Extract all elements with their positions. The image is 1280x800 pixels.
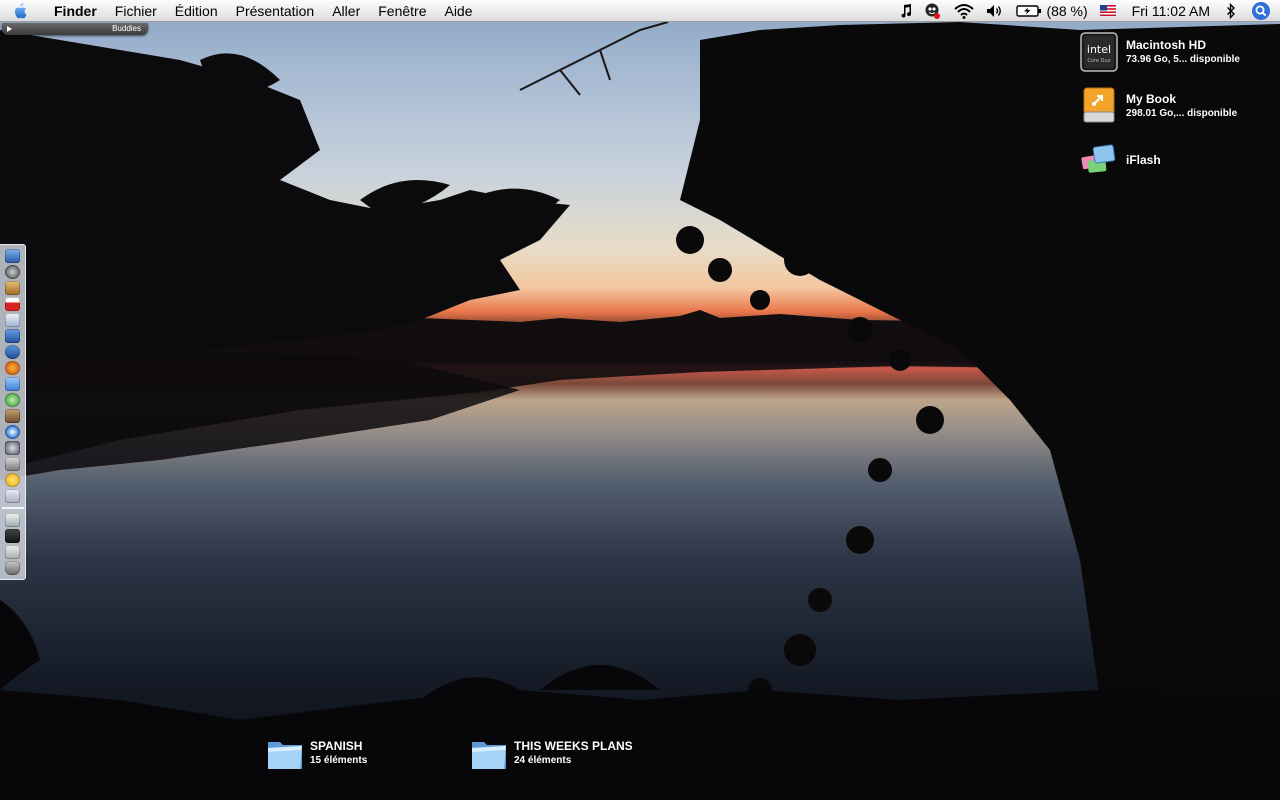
buddies-drawer-tab[interactable]: Buddies: [2, 23, 148, 35]
flash-drive-icon: [1080, 140, 1118, 180]
cowbell-icon[interactable]: [918, 0, 948, 22]
spotlight-icon[interactable]: [1242, 0, 1280, 22]
volume-label: iFlash: [1126, 153, 1161, 168]
volume-info: 73.96 Go, 5... disponible: [1126, 53, 1240, 65]
volume-macintosh-hd[interactable]: intel Core Duo Macintosh HD 73.96 Go, 5.…: [1080, 32, 1240, 72]
menu-extras: (88 %) Fri 11:02 AM: [894, 0, 1280, 22]
us-flag-icon[interactable]: [1094, 0, 1122, 22]
dock-utility-icon[interactable]: [5, 457, 20, 471]
volume-name: Macintosh HD: [1126, 37, 1207, 52]
dock-ichat-icon[interactable]: [5, 345, 20, 359]
menu-clock[interactable]: Fri 11:02 AM: [1122, 0, 1220, 22]
dock-document-icon[interactable]: [5, 513, 20, 527]
dock-iphoto-icon[interactable]: [5, 409, 20, 423]
dock-trash-icon[interactable]: [5, 561, 20, 575]
wifi-icon[interactable]: [948, 0, 980, 22]
dock-stack-icon[interactable]: [5, 529, 20, 543]
volume-iflash[interactable]: iFlash: [1080, 140, 1161, 180]
dock-finder-icon[interactable]: [5, 249, 20, 263]
dock-folder-icon[interactable]: [5, 545, 20, 559]
menu-presentation[interactable]: Présentation: [227, 3, 324, 19]
dock-quicktime-icon[interactable]: [5, 425, 20, 439]
dock-facetime-icon[interactable]: [5, 393, 20, 407]
battery-icon: [1016, 4, 1042, 17]
dock-firefox-icon[interactable]: [5, 361, 20, 375]
dock-safari-icon[interactable]: [5, 329, 20, 343]
menu-aide[interactable]: Aide: [435, 3, 481, 19]
bluetooth-icon[interactable]: [1220, 0, 1242, 22]
external-drive-icon: [1080, 86, 1118, 126]
battery-status[interactable]: (88 %): [1010, 0, 1093, 22]
folder-icon: [470, 734, 508, 772]
folder-spanish[interactable]: SPANISH 15 éléments: [266, 734, 367, 772]
dock-itunes-icon[interactable]: [5, 441, 20, 455]
apple-menu-icon[interactable]: [0, 0, 40, 22]
dock-preview-icon[interactable]: [5, 489, 20, 503]
music-note-icon[interactable]: [894, 0, 918, 22]
menu-aller[interactable]: Aller: [323, 3, 369, 19]
intel-hard-drive-icon: intel Core Duo: [1080, 32, 1118, 72]
dock-separator: [1, 507, 24, 509]
svg-text:intel: intel: [1087, 43, 1111, 56]
volume-my-book[interactable]: My Book 298.01 Go,... disponible: [1080, 86, 1237, 126]
folder-item-count: 15 éléments: [310, 754, 368, 766]
volume-name: iFlash: [1126, 152, 1161, 167]
dock-ical-icon[interactable]: [5, 297, 20, 311]
folder-name: SPANISH: [310, 738, 363, 753]
folder-label: THIS WEEKS PLANS 24 éléments: [514, 739, 633, 768]
menu-edition[interactable]: Édition: [166, 3, 227, 19]
disclosure-triangle-icon: [7, 26, 12, 32]
folder-name: THIS WEEKS PLANS: [514, 738, 633, 753]
menu-app-finder[interactable]: Finder: [40, 3, 106, 19]
volume-name: My Book: [1126, 91, 1177, 106]
dock-dashboard-icon[interactable]: [5, 265, 20, 279]
menu-fenetre[interactable]: Fenêtre: [369, 3, 435, 19]
volume-label: Macintosh HD 73.96 Go, 5... disponible: [1126, 38, 1240, 67]
volume-info: 298.01 Go,... disponible: [1126, 107, 1238, 119]
svg-text:Core Duo: Core Duo: [1087, 58, 1110, 64]
volume-label: My Book 298.01 Go,... disponible: [1126, 92, 1237, 121]
dock: [0, 244, 26, 580]
dock-address-book-icon[interactable]: [5, 281, 20, 295]
buddies-label: Buddies: [112, 24, 141, 33]
menu-bar: Finder Fichier Édition Présentation Alle…: [0, 0, 1280, 22]
dock-mail-icon[interactable]: [5, 313, 20, 327]
folder-label: SPANISH 15 éléments: [310, 739, 367, 768]
dock-network-icon[interactable]: [5, 377, 20, 391]
menu-fichier[interactable]: Fichier: [106, 3, 166, 19]
folder-this-weeks-plans[interactable]: THIS WEEKS PLANS 24 éléments: [470, 734, 633, 772]
volume-icon[interactable]: [980, 0, 1010, 22]
battery-percentage: (88 %): [1046, 2, 1088, 19]
folder-item-count: 24 éléments: [514, 754, 572, 766]
folder-icon: [266, 734, 304, 772]
dock-adium-icon[interactable]: [5, 473, 20, 487]
